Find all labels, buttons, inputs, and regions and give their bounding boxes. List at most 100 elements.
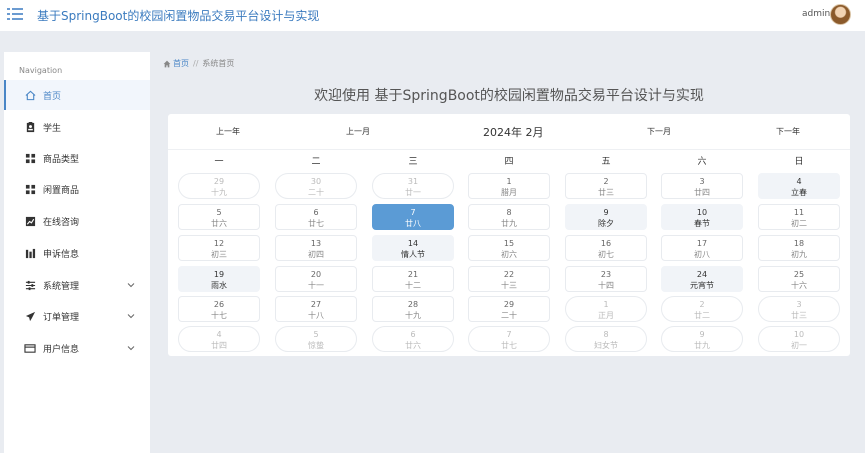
calendar-day[interactable]: 11 初二 bbox=[758, 204, 840, 230]
calendar-day[interactable]: 30 二十 bbox=[275, 173, 357, 199]
day-number: 29 bbox=[503, 300, 515, 309]
sidebar: Navigation 首页 学生 商品类型 闲置商品 在线咨询 申诉信息 系统管… bbox=[4, 52, 150, 453]
breadcrumb-home[interactable]: 首页 bbox=[173, 58, 189, 69]
calendar-day[interactable]: 24 元宵节 bbox=[661, 266, 743, 292]
next-month-button[interactable]: 下一月 bbox=[647, 126, 671, 137]
calendar-day[interactable]: 12 初三 bbox=[178, 235, 260, 261]
calendar-day[interactable]: 6 廿六 bbox=[372, 326, 454, 352]
calendar-day[interactable]: 8 廿九 bbox=[468, 204, 550, 230]
day-number: 5 bbox=[313, 330, 319, 339]
next-year-button[interactable]: 下一年 bbox=[776, 126, 800, 137]
welcome-title: 欢迎使用 基于SpringBoot的校园闲置物品交易平台设计与实现 bbox=[314, 88, 704, 104]
calendar-day[interactable]: 25 十六 bbox=[758, 266, 840, 292]
calendar-day[interactable]: 18 初九 bbox=[758, 235, 840, 261]
calendar-day[interactable]: 21 十二 bbox=[372, 266, 454, 292]
lunar-label: 惊蛰 bbox=[308, 341, 324, 350]
sidebar-item-userinfo[interactable]: 用户信息 bbox=[4, 333, 150, 363]
avatar[interactable] bbox=[830, 4, 851, 25]
sidebar-item-home[interactable]: 首页 bbox=[4, 80, 150, 110]
lunar-label: 廿三 bbox=[791, 311, 807, 320]
calendar-day[interactable]: 3 廿三 bbox=[758, 296, 840, 322]
calendar-day[interactable]: 1 正月 bbox=[565, 296, 647, 322]
sidebar-item-student[interactable]: 学生 bbox=[4, 112, 150, 142]
calendar-day[interactable]: 5 惊蛰 bbox=[275, 326, 357, 352]
calendar-day[interactable]: 15 初六 bbox=[468, 235, 550, 261]
nav-title: Navigation bbox=[19, 66, 63, 75]
breadcrumb-separator: // bbox=[193, 59, 199, 68]
calendar-day[interactable]: 10 初一 bbox=[758, 326, 840, 352]
day-number: 30 bbox=[310, 177, 322, 186]
sidebar-item-label: 闲置商品 bbox=[43, 185, 80, 196]
calendar-day[interactable]: 22 十三 bbox=[468, 266, 550, 292]
calendar-day[interactable]: 20 十一 bbox=[275, 266, 357, 292]
calendar-day[interactable]: 9 廿九 bbox=[661, 326, 743, 352]
prev-year-button[interactable]: 上一年 bbox=[216, 126, 240, 137]
day-number: 21 bbox=[407, 270, 419, 279]
calendar-day[interactable]: 6 廿七 bbox=[275, 204, 357, 230]
lunar-label: 十八 bbox=[308, 311, 324, 320]
sidebar-item-consult[interactable]: 在线咨询 bbox=[4, 206, 150, 236]
day-number: 12 bbox=[213, 239, 225, 248]
calendar-day[interactable]: 29 二十 bbox=[468, 296, 550, 322]
app-title: 基于SpringBoot的校园闲置物品交易平台设计与实现 bbox=[37, 9, 320, 23]
calendar-day[interactable]: 10 春节 bbox=[661, 204, 743, 230]
day-number: 31 bbox=[407, 177, 419, 186]
calendar-day[interactable]: 2 廿二 bbox=[661, 296, 743, 322]
lunar-label: 情人节 bbox=[401, 250, 425, 259]
sidebar-item-goods[interactable]: 闲置商品 bbox=[4, 174, 150, 204]
calendar-day[interactable]: 1 腊月 bbox=[468, 173, 550, 199]
lunar-label: 立春 bbox=[791, 188, 807, 197]
calendar-day[interactable]: 7 廿七 bbox=[468, 326, 550, 352]
sidebar-item-category[interactable]: 商品类型 bbox=[4, 143, 150, 173]
calendar-divider bbox=[168, 149, 850, 150]
sidebar-item-system[interactable]: 系统管理 bbox=[4, 270, 150, 300]
calendar-day[interactable]: 29 十九 bbox=[178, 173, 260, 199]
calendar-day[interactable]: 23 十四 bbox=[565, 266, 647, 292]
user-badge-icon bbox=[23, 120, 37, 134]
chart-icon bbox=[23, 214, 37, 228]
calendar-day[interactable]: 3 廿四 bbox=[661, 173, 743, 199]
day-number: 13 bbox=[310, 239, 322, 248]
calendar-day[interactable]: 31 廿一 bbox=[372, 173, 454, 199]
user-name[interactable]: admin bbox=[802, 9, 830, 19]
calendar-day[interactable]: 4 立春 bbox=[758, 173, 840, 199]
lunar-label: 十七 bbox=[211, 311, 227, 320]
calendar-day[interactable]: 28 十九 bbox=[372, 296, 454, 322]
calendar-day[interactable]: 4 廿四 bbox=[178, 326, 260, 352]
sidebar-item-orders[interactable]: 订单管理 bbox=[4, 301, 150, 331]
calendar-day[interactable]: 19 雨水 bbox=[178, 266, 260, 292]
day-number: 19 bbox=[213, 270, 225, 279]
calendar-day[interactable]: 5 廿六 bbox=[178, 204, 260, 230]
grid-icon bbox=[23, 182, 37, 196]
menu-toggle-icon[interactable] bbox=[7, 8, 23, 21]
lunar-label: 雨水 bbox=[211, 281, 227, 290]
day-number: 15 bbox=[503, 239, 515, 248]
calendar-day[interactable]: 13 初四 bbox=[275, 235, 357, 261]
day-number: 20 bbox=[310, 270, 322, 279]
calendar-day[interactable]: 2 廿三 bbox=[565, 173, 647, 199]
calendar-day[interactable]: 17 初八 bbox=[661, 235, 743, 261]
lunar-label: 廿九 bbox=[501, 219, 517, 228]
sidebar-item-label: 系统管理 bbox=[43, 281, 80, 292]
day-number: 2 bbox=[699, 300, 705, 309]
weekday-header: 五 bbox=[601, 157, 611, 167]
calendar-day[interactable]: 16 初七 bbox=[565, 235, 647, 261]
calendar-day[interactable]: 27 十八 bbox=[275, 296, 357, 322]
lunar-label: 初八 bbox=[694, 250, 710, 259]
lunar-label: 二十 bbox=[501, 311, 517, 320]
lunar-label: 初四 bbox=[308, 250, 324, 259]
lunar-label: 初九 bbox=[791, 250, 807, 259]
weekday-header: 一 bbox=[214, 157, 224, 167]
sidebar-item-label: 订单管理 bbox=[43, 312, 80, 323]
sidebar-item-appeal[interactable]: 申诉信息 bbox=[4, 238, 150, 268]
lunar-label: 廿四 bbox=[694, 188, 710, 197]
prev-month-button[interactable]: 上一月 bbox=[346, 126, 370, 137]
calendar-day[interactable]: 14 情人节 bbox=[372, 235, 454, 261]
calendar-day[interactable]: 8 妇女节 bbox=[565, 326, 647, 352]
calendar-day[interactable]: 9 除夕 bbox=[565, 204, 647, 230]
lunar-label: 十六 bbox=[791, 281, 807, 290]
weekday-header: 日 bbox=[794, 157, 804, 167]
current-month: 2024年 2月 bbox=[483, 126, 544, 139]
calendar-day[interactable]: 26 十七 bbox=[178, 296, 260, 322]
calendar-day-today[interactable]: 7 廿八 bbox=[372, 204, 454, 230]
